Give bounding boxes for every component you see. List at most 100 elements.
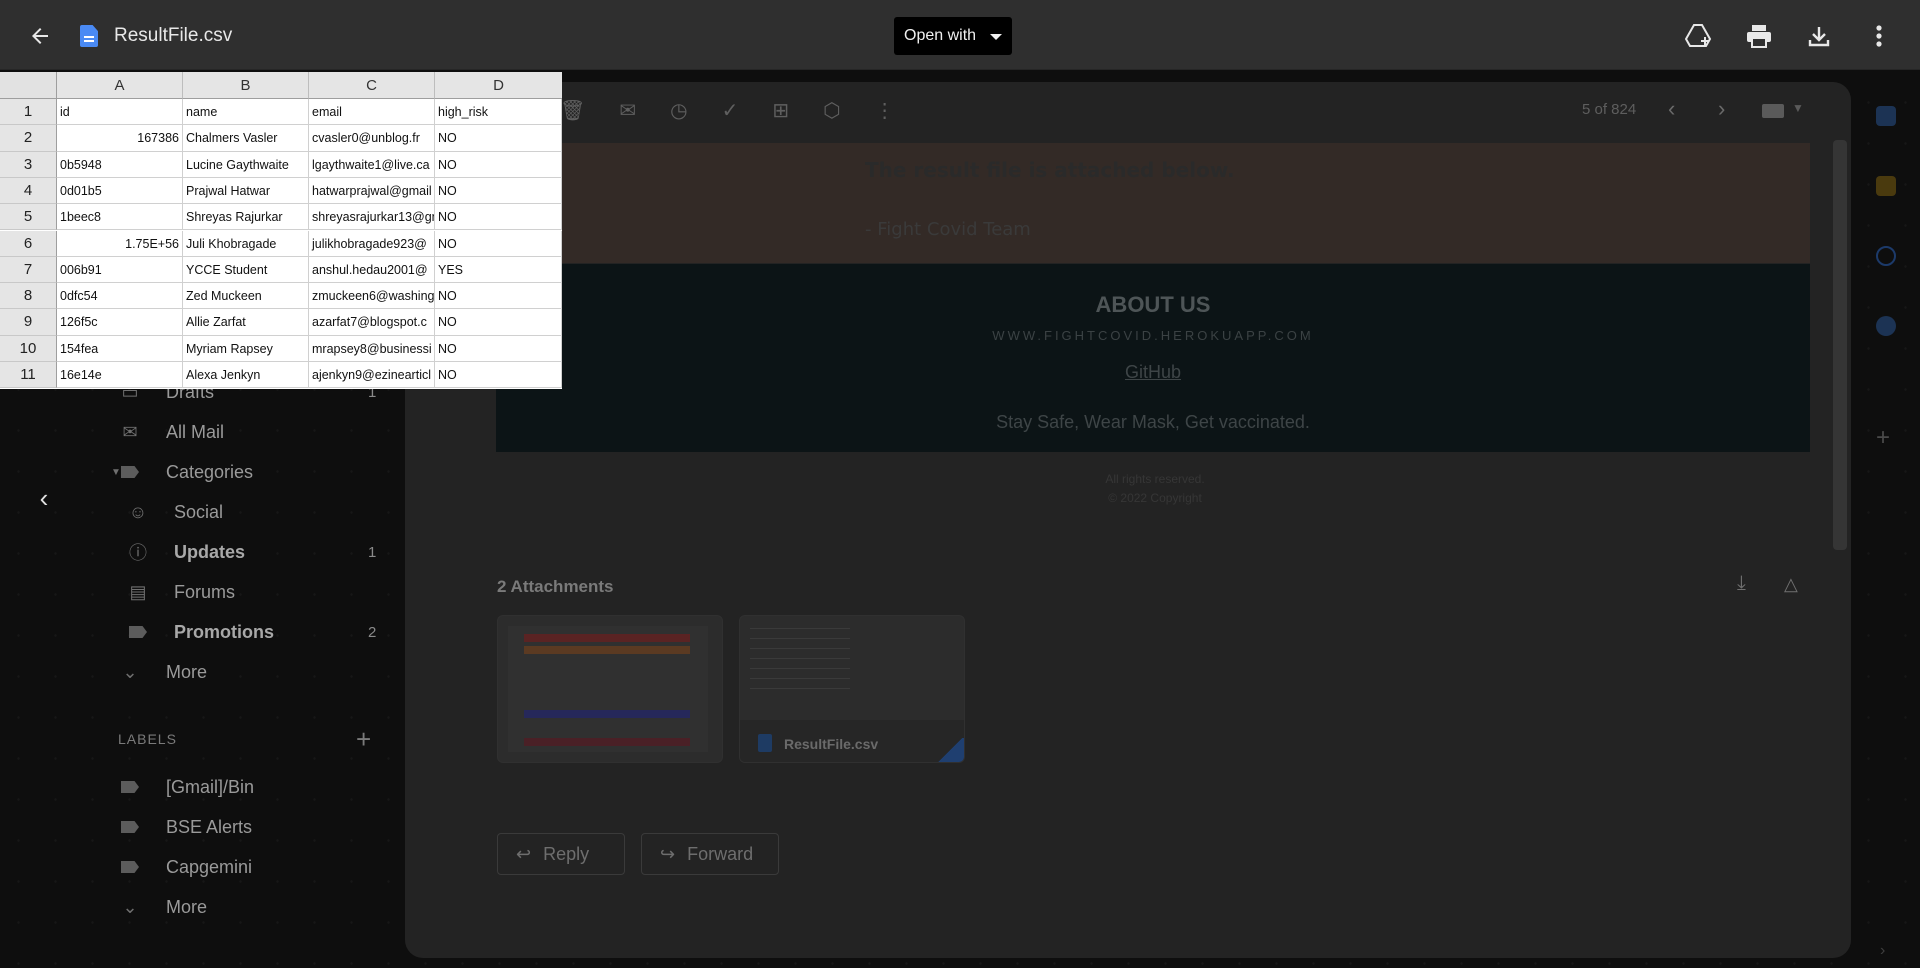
table-cell[interactable]: 154fea — [57, 335, 183, 362]
delete-icon[interactable]: 🗑 — [560, 98, 585, 126]
table-cell[interactable]: Lucine Gaythwaite — [183, 151, 309, 178]
chevron-right-icon[interactable]: › — [1880, 942, 1885, 960]
reply-button[interactable]: ↩ Reply — [497, 833, 625, 875]
table-cell[interactable]: 16e14e — [57, 362, 183, 389]
table-cell[interactable]: NO — [435, 151, 562, 178]
table-cell[interactable]: high_risk — [435, 99, 562, 126]
table-cell[interactable]: YES — [435, 256, 562, 284]
add-label-icon[interactable]: + — [356, 724, 371, 755]
add-to-drive-icon[interactable]: △ — [1784, 574, 1798, 595]
download-all-icon[interactable]: ⤓ — [1737, 572, 1746, 595]
download-button[interactable] — [1802, 19, 1836, 53]
more-actions-button[interactable] — [1862, 19, 1896, 53]
move-to-icon[interactable]: ⊞ — [772, 98, 789, 126]
add-to-drive-button[interactable] — [1682, 19, 1716, 53]
table-cell[interactable]: anshul.hedau2001@ — [309, 256, 435, 284]
table-cell[interactable]: zmuckeen6@washing — [309, 283, 435, 310]
table-cell[interactable]: 0b5948 — [57, 151, 183, 178]
calendar-icon[interactable] — [1876, 106, 1896, 126]
table-cell[interactable]: Allie Zarfat — [183, 309, 309, 336]
table-cell[interactable]: shreyasrajurkar13@gm — [309, 204, 435, 231]
table-cell[interactable]: email — [309, 99, 435, 126]
table-cell[interactable]: id — [57, 99, 183, 126]
table-cell[interactable]: Myriam Rapsey — [183, 335, 309, 362]
contacts-icon[interactable] — [1876, 316, 1896, 336]
table-cell[interactable]: name — [183, 99, 309, 126]
table-cell[interactable]: 1.75E+56 — [57, 230, 183, 257]
caret-down-icon[interactable]: ▼ — [1792, 101, 1804, 115]
table-cell[interactable]: NO — [435, 283, 562, 310]
mail-scrollbar[interactable] — [1833, 140, 1847, 550]
table-cell[interactable]: 126f5c — [57, 309, 183, 336]
print-button[interactable] — [1742, 19, 1776, 53]
sidebar-item-updates[interactable]: ⓘ Updates 1 — [120, 537, 400, 567]
row-header[interactable]: 5 — [0, 204, 57, 231]
row-header[interactable]: 1 — [0, 99, 57, 126]
chevron-left-icon[interactable]: ‹ — [26, 480, 62, 516]
table-cell[interactable]: 0d01b5 — [57, 177, 183, 205]
row-header[interactable]: 9 — [0, 309, 57, 336]
column-header[interactable]: A — [57, 72, 183, 99]
back-button[interactable] — [22, 20, 58, 52]
table-cell[interactable]: NO — [435, 177, 562, 205]
table-cell[interactable]: azarfat7@blogspot.c — [309, 309, 435, 336]
chevron-right-icon[interactable]: › — [1718, 96, 1725, 122]
table-cell[interactable]: cvasler0@unblog.fr — [309, 125, 435, 152]
row-header[interactable]: 10 — [0, 335, 57, 362]
mark-unread-icon[interactable]: ✉ — [619, 98, 636, 126]
table-cell[interactable]: 006b91 — [57, 256, 183, 284]
table-cell[interactable]: NO — [435, 204, 562, 231]
select-all-corner[interactable] — [0, 72, 57, 99]
keep-icon[interactable] — [1876, 176, 1896, 196]
label-as-icon[interactable]: ⬡ — [823, 98, 840, 126]
table-cell[interactable]: Shreyas Rajurkar — [183, 204, 309, 231]
row-header[interactable]: 7 — [0, 256, 57, 284]
table-cell[interactable]: NO — [435, 125, 562, 152]
chevron-left-icon[interactable]: ‹ — [1668, 96, 1675, 122]
column-header[interactable]: D — [435, 72, 562, 99]
forward-button[interactable]: ↪ Forward — [641, 833, 779, 875]
add-task-icon[interactable]: ✓ — [722, 98, 739, 126]
table-cell[interactable]: NO — [435, 335, 562, 362]
more-vert-icon[interactable]: ⋮ — [875, 98, 895, 126]
row-header[interactable]: 3 — [0, 151, 57, 178]
column-header[interactable]: B — [183, 72, 309, 99]
github-link[interactable]: GitHub — [496, 362, 1810, 383]
attachment-thumbnail-csv[interactable]: ResultFile.csv — [739, 615, 965, 763]
table-cell[interactable]: lgaythwaite1@live.ca — [309, 151, 435, 178]
sidebar-label-capgemini[interactable]: Capgemini — [120, 852, 400, 882]
table-cell[interactable]: ajenkyn9@ezinearticl — [309, 362, 435, 389]
sidebar-item-forums[interactable]: ▤ Forums — [120, 577, 400, 607]
table-cell[interactable]: julikhobragade923@ — [309, 230, 435, 257]
sidebar-labels-more[interactable]: ⌄ More — [120, 892, 400, 922]
sidebar-item-social[interactable]: ☺ Social — [120, 497, 400, 527]
column-header[interactable]: C — [309, 72, 435, 99]
row-header[interactable]: 11 — [0, 362, 57, 389]
row-header[interactable]: 6 — [0, 230, 57, 257]
sidebar-label-bin[interactable]: [Gmail]/Bin — [120, 772, 400, 802]
snooze-icon[interactable]: ◷ — [670, 98, 687, 126]
sidebar-item-more[interactable]: ⌄ More — [120, 657, 400, 687]
attachment-thumbnail-chart[interactable] — [497, 615, 723, 763]
table-cell[interactable]: YCCE Student — [183, 256, 309, 284]
sidebar-label-bse-alerts[interactable]: BSE Alerts — [120, 812, 400, 842]
open-with-button[interactable]: Open with — [894, 17, 1012, 55]
table-cell[interactable]: 1beec8 — [57, 204, 183, 231]
table-cell[interactable]: NO — [435, 230, 562, 257]
tasks-icon[interactable] — [1876, 246, 1896, 266]
row-header[interactable]: 4 — [0, 177, 57, 205]
table-cell[interactable]: NO — [435, 362, 562, 389]
sidebar-item-all-mail[interactable]: ✉ All Mail — [120, 417, 400, 447]
table-cell[interactable]: mrapsey8@businessi — [309, 335, 435, 362]
get-addons-icon[interactable]: + — [1876, 424, 1890, 452]
row-header[interactable]: 8 — [0, 283, 57, 310]
table-cell[interactable]: NO — [435, 309, 562, 336]
keyboard-icon[interactable] — [1762, 104, 1784, 118]
table-cell[interactable]: 0dfc54 — [57, 283, 183, 310]
table-cell[interactable]: 167386 — [57, 125, 183, 152]
spreadsheet-preview[interactable]: A B C D 1 id name email high_risk 2 167386 Chal… — [0, 72, 562, 389]
sidebar-item-categories[interactable]: ▼ Categories — [111, 457, 400, 487]
table-cell[interactable]: Juli Khobragade — [183, 230, 309, 257]
table-cell[interactable]: Alexa Jenkyn — [183, 362, 309, 389]
row-header[interactable]: 2 — [0, 125, 57, 152]
